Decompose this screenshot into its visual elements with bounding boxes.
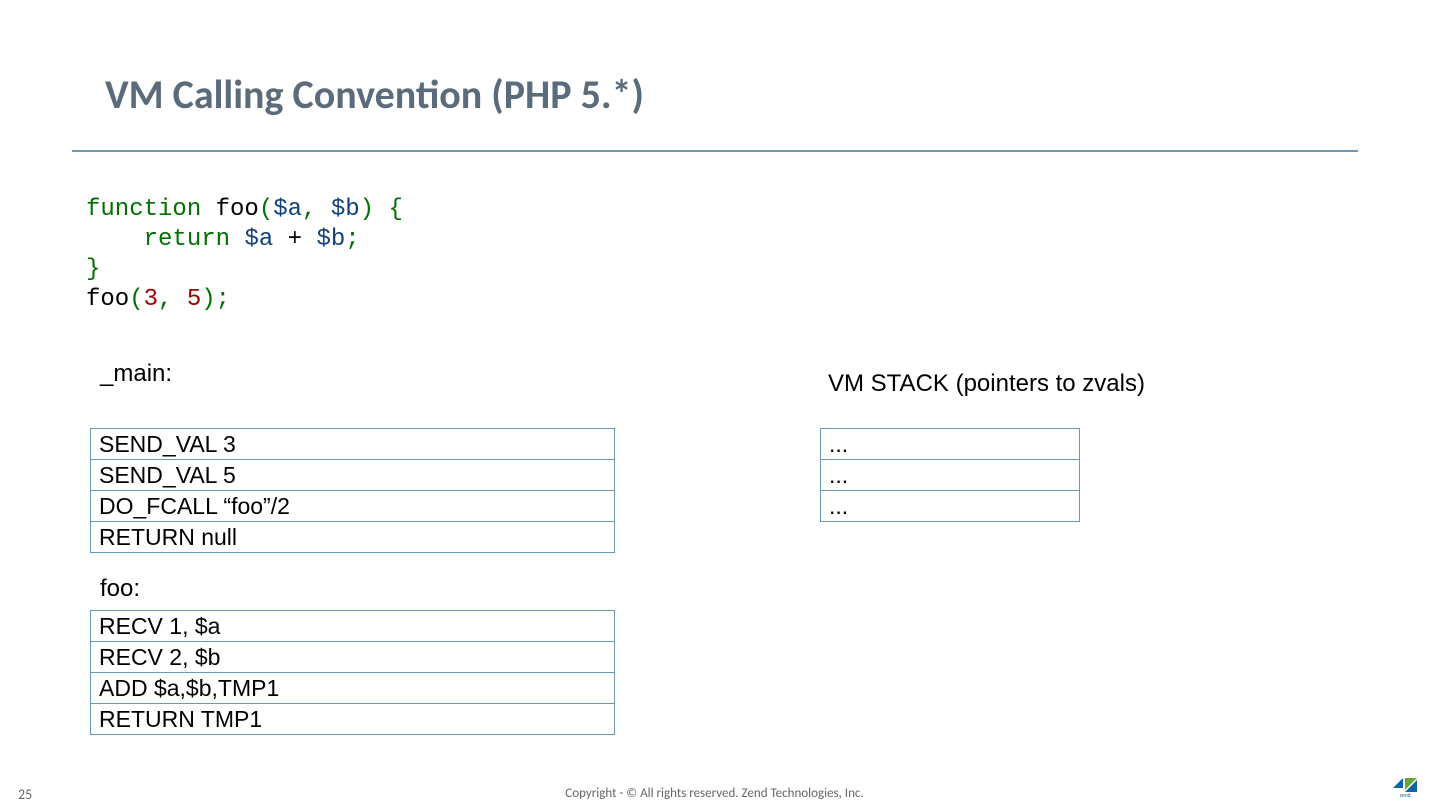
table-row: ADD $a,$b,TMP1 bbox=[91, 673, 615, 704]
indent bbox=[86, 226, 144, 253]
call-close: ); bbox=[201, 286, 230, 313]
paren-open: ( bbox=[259, 196, 273, 223]
paren-close-brace: ) { bbox=[360, 196, 403, 223]
table-row: RETURN null bbox=[91, 522, 615, 553]
table-row: RECV 2, $b bbox=[91, 642, 615, 673]
opcode-cell: RETURN null bbox=[91, 522, 615, 553]
main-opcodes-table: SEND_VAL 3 SEND_VAL 5 DO_FCALL “foo”/2 R… bbox=[90, 428, 615, 553]
label-vm-stack: VM STACK (pointers to zvals) bbox=[828, 370, 1145, 398]
fn-name: foo bbox=[201, 196, 259, 223]
call-open: ( bbox=[129, 286, 143, 313]
label-main: _main: bbox=[100, 360, 172, 388]
opcode-cell: DO_FCALL “foo”/2 bbox=[91, 491, 615, 522]
stack-cell: ... bbox=[821, 491, 1080, 522]
opcode-cell: RECV 1, $a bbox=[91, 611, 615, 642]
var-a: $a bbox=[273, 196, 302, 223]
zend-logo-icon: zend bbox=[1393, 778, 1417, 798]
table-row: SEND_VAL 5 bbox=[91, 460, 615, 491]
plus: + bbox=[273, 226, 316, 253]
brace-close: } bbox=[86, 256, 100, 283]
call-name: foo bbox=[86, 286, 129, 313]
opcode-cell: ADD $a,$b,TMP1 bbox=[91, 673, 615, 704]
stack-cell: ... bbox=[821, 429, 1080, 460]
semicolon: ; bbox=[345, 226, 359, 253]
opcode-cell: SEND_VAL 5 bbox=[91, 460, 615, 491]
table-row: ... bbox=[821, 491, 1080, 522]
var-b2: $b bbox=[316, 226, 345, 253]
num-3: 3 bbox=[144, 286, 158, 313]
opcode-cell: SEND_VAL 3 bbox=[91, 429, 615, 460]
foo-opcodes-table: RECV 1, $a RECV 2, $b ADD $a,$b,TMP1 RET… bbox=[90, 610, 615, 735]
var-b: $b bbox=[331, 196, 360, 223]
svg-text:zend: zend bbox=[1400, 793, 1411, 798]
vm-stack-table: ... ... ... bbox=[820, 428, 1080, 522]
comma: , bbox=[302, 196, 331, 223]
table-row: ... bbox=[821, 429, 1080, 460]
call-comma: , bbox=[158, 286, 187, 313]
slide-title: VM Calling Convention (PHP 5.*) bbox=[105, 70, 644, 119]
opcode-cell: RECV 2, $b bbox=[91, 642, 615, 673]
keyword-return: return bbox=[144, 226, 230, 253]
table-row: DO_FCALL “foo”/2 bbox=[91, 491, 615, 522]
title-underline bbox=[72, 150, 1358, 152]
num-5: 5 bbox=[187, 286, 201, 313]
copyright-footer: Copyright - © All rights reserved. Zend … bbox=[0, 786, 1429, 801]
space bbox=[230, 226, 244, 253]
opcode-cell: RETURN TMP1 bbox=[91, 704, 615, 735]
stack-cell: ... bbox=[821, 460, 1080, 491]
table-row: RETURN TMP1 bbox=[91, 704, 615, 735]
keyword-function: function bbox=[86, 196, 201, 223]
var-a2: $a bbox=[244, 226, 273, 253]
code-sample: function foo($a, $b) { return $a + $b; }… bbox=[86, 195, 403, 315]
table-row: ... bbox=[821, 460, 1080, 491]
label-foo: foo: bbox=[100, 575, 140, 603]
table-row: RECV 1, $a bbox=[91, 611, 615, 642]
table-row: SEND_VAL 3 bbox=[91, 429, 615, 460]
